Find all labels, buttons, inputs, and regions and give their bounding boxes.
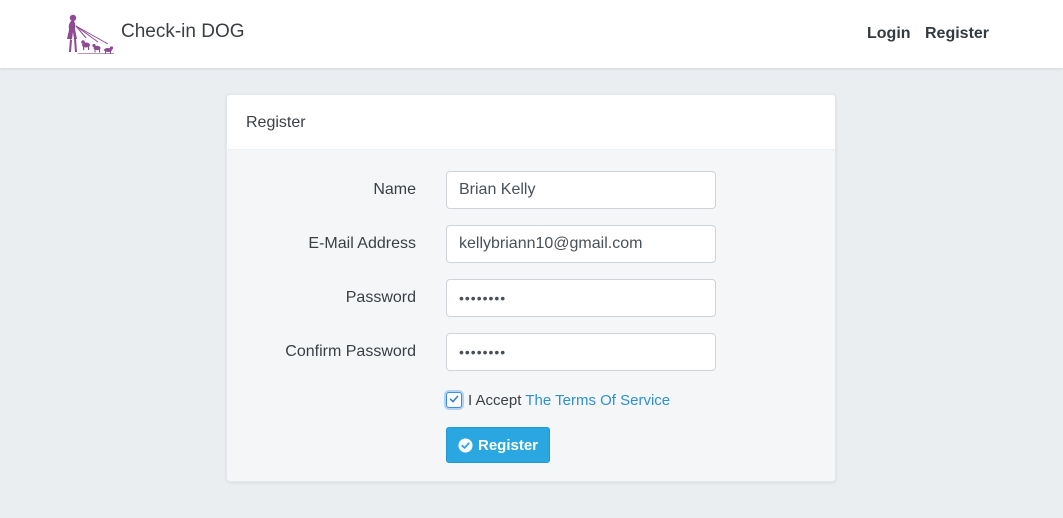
accept-text: I Accept (468, 391, 522, 409)
password-label: Password (345, 289, 416, 306)
card-header: Register (227, 95, 835, 150)
register-button-label: Register (477, 436, 539, 454)
name-input[interactable] (446, 171, 716, 209)
nav-login-link[interactable]: Login (867, 25, 911, 43)
email-label: E-Mail Address (308, 235, 416, 252)
confirm-password-label: Confirm Password (285, 343, 416, 360)
terms-row: I Accept The Terms Of Service (446, 389, 670, 411)
email-input[interactable] (446, 225, 716, 263)
brand-title[interactable]: Check-in DOG (121, 21, 245, 43)
check-circle-icon (458, 437, 473, 453)
terms-of-service-link[interactable]: The Terms Of Service (525, 392, 670, 409)
register-button[interactable]: Register (446, 427, 550, 463)
confirm-password-input[interactable] (446, 333, 716, 371)
card-title: Register (246, 114, 306, 131)
nav-register-link[interactable]: Register (925, 25, 989, 43)
name-label: Name (373, 181, 416, 198)
dog-walker-logo-icon[interactable] (64, 12, 116, 56)
navbar: Check-in DOG Login Register (0, 0, 1063, 68)
checkmark-icon (449, 395, 459, 403)
register-card: Register Name E-Mail Address Password Co… (226, 94, 836, 482)
password-input[interactable] (446, 279, 716, 317)
terms-checkbox[interactable] (446, 392, 462, 408)
